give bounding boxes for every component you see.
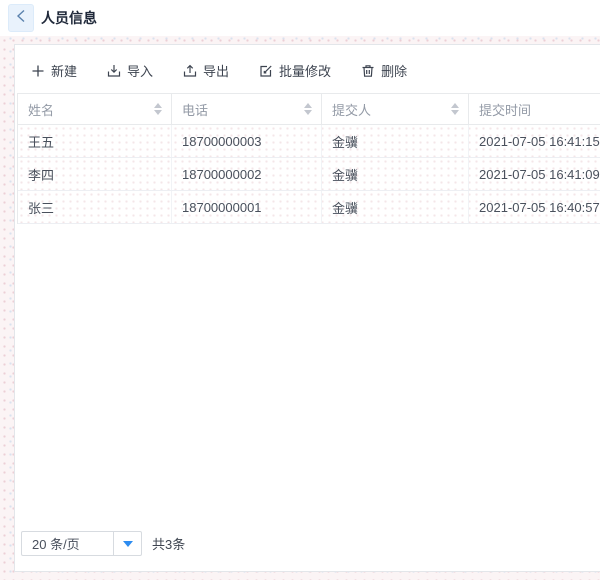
export-button-label: 导出 — [203, 61, 229, 80]
page-title: 人员信息 — [41, 8, 97, 28]
cell-submit-time: 2021-07-05 16:41:09 — [469, 158, 600, 190]
create-button-label: 新建 — [51, 61, 77, 80]
page-size-value: 20 条/页 — [22, 534, 113, 553]
column-header-submitter-label: 提交人 — [332, 100, 371, 119]
cell-name: 王五 — [18, 125, 172, 157]
delete-button[interactable]: 删除 — [361, 61, 407, 80]
table-header-row: 姓名 电话 提交人 提交时间 — [18, 93, 600, 125]
column-header-phone[interactable]: 电话 — [172, 94, 322, 124]
table-row[interactable]: 王五 18700000003 金骥 2021-07-05 16:41:15 — [18, 125, 600, 158]
pagination: 20 条/页 共3条 — [21, 531, 185, 556]
table-row[interactable]: 李四 18700000002 金骥 2021-07-05 16:41:09 — [18, 158, 600, 191]
cell-phone: 18700000002 — [172, 158, 322, 190]
table-row[interactable]: 张三 18700000001 金骥 2021-07-05 16:40:57 — [18, 191, 600, 224]
column-header-submit-time[interactable]: 提交时间 — [469, 94, 600, 124]
import-button[interactable]: 导入 — [107, 61, 153, 80]
cell-submitter: 金骥 — [322, 191, 469, 223]
batch-edit-button-label: 批量修改 — [279, 61, 331, 80]
cell-submit-time: 2021-07-05 16:40:57 — [469, 191, 600, 223]
column-header-phone-label: 电话 — [182, 100, 208, 119]
data-table: 姓名 电话 提交人 提交时间 王五 18700000003 金骥 2021-07… — [17, 93, 600, 224]
column-header-submitter[interactable]: 提交人 — [322, 94, 469, 124]
toolbar: 新建 导入 导出 批量修改 删除 — [15, 45, 600, 93]
caret-down-icon — [113, 532, 141, 555]
import-button-label: 导入 — [127, 61, 153, 80]
cell-phone: 18700000001 — [172, 191, 322, 223]
delete-button-label: 删除 — [381, 61, 407, 80]
cell-name: 张三 — [18, 191, 172, 223]
chevron-left-icon — [15, 9, 27, 28]
cell-submit-time: 2021-07-05 16:41:15 — [469, 125, 600, 157]
content-card: 新建 导入 导出 批量修改 删除 — [14, 44, 600, 572]
create-button[interactable]: 新建 — [31, 61, 77, 80]
page-size-select[interactable]: 20 条/页 — [21, 531, 142, 556]
sort-carets-icon — [154, 103, 162, 115]
cell-submitter: 金骥 — [322, 125, 469, 157]
edit-icon — [259, 64, 273, 78]
plus-icon — [31, 64, 45, 78]
table-body: 王五 18700000003 金骥 2021-07-05 16:41:15 李四… — [18, 125, 600, 224]
sort-carets-icon — [304, 103, 312, 115]
cell-submitter: 金骥 — [322, 158, 469, 190]
export-button[interactable]: 导出 — [183, 61, 229, 80]
cell-phone: 18700000003 — [172, 125, 322, 157]
trash-icon — [361, 64, 375, 78]
export-icon — [183, 64, 197, 78]
column-header-name-label: 姓名 — [28, 100, 54, 119]
sort-carets-icon — [451, 103, 459, 115]
back-button[interactable] — [8, 4, 34, 32]
column-header-submit-time-label: 提交时间 — [479, 100, 531, 119]
page-header: 人员信息 — [0, 0, 600, 36]
total-count-label: 共3条 — [152, 534, 185, 553]
column-header-name[interactable]: 姓名 — [18, 94, 172, 124]
import-icon — [107, 64, 121, 78]
batch-edit-button[interactable]: 批量修改 — [259, 61, 331, 80]
cell-name: 李四 — [18, 158, 172, 190]
